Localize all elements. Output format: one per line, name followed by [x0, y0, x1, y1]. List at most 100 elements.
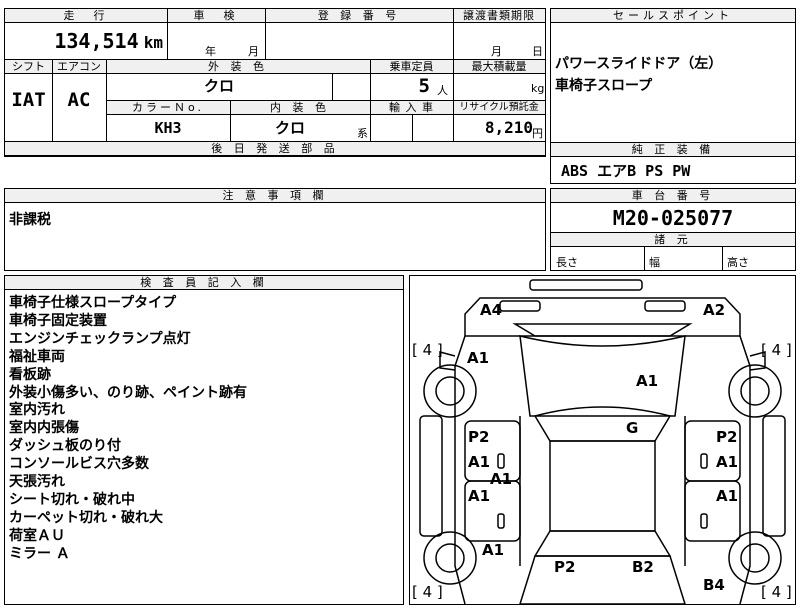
notes-value: 非課税 [9, 212, 51, 228]
sales-point-header: セールスポイント [551, 9, 795, 23]
divider [167, 9, 168, 59]
divider [370, 59, 371, 141]
capacity-value: 5 [418, 75, 430, 97]
inspector-line: 車椅子固定装置 [9, 312, 107, 329]
divider [453, 9, 454, 141]
equipment-box: 純 正 装 備 ABS エアB PS PW [550, 142, 796, 184]
registration-header: 登 録 番 号 [265, 9, 453, 23]
transfer-month: 月 [491, 45, 502, 58]
inspection-year: 年 [205, 45, 216, 58]
mileage-header: 走 行 [5, 9, 167, 23]
equipment-header: 純 正 装 備 [551, 143, 795, 157]
damage-mark: B4 [703, 576, 725, 594]
damage-mark: A1 [467, 349, 490, 367]
damage-mark: A1 [482, 541, 505, 559]
inspector-line: 荷室ＡＵ [9, 527, 65, 544]
damage-mark: A1 [716, 453, 739, 471]
inspection-header: 車 検 [167, 9, 265, 23]
divider [52, 59, 53, 141]
shift-value: IAT [11, 89, 46, 111]
inspector-line: 福祉車両 [9, 348, 65, 365]
damage-mark: A4 [480, 301, 503, 319]
inspector-line: コンソールビス穴多数 [9, 456, 149, 473]
divider [230, 100, 231, 141]
inspector-line: シート切れ・破れ中 [9, 491, 135, 508]
inspector-box: 検 査 員 記 入 欄 車椅子仕様スロープタイプ 車椅子固定装置 エンジンチェッ… [4, 275, 404, 605]
interior-header: 内 装 色 [230, 100, 370, 115]
transfer-day: 日 [532, 45, 543, 58]
damage-mark: P2 [716, 428, 738, 446]
dims-width: 幅 [649, 256, 660, 269]
damage-mark: A1 [468, 487, 491, 505]
divider [332, 73, 333, 100]
color-no-header: カラーＮo. [106, 100, 230, 115]
inspector-line: 車椅子仕様スロープタイプ [9, 295, 177, 311]
equipment-value: ABS エアB PS PW [561, 162, 691, 180]
damage-mark: P2 [468, 428, 490, 446]
inspector-line: 室内汚れ [9, 402, 65, 419]
damage-mark: G [626, 419, 639, 437]
later-parts-header: 後 日 発 送 部 品 [5, 141, 545, 156]
recycle-unit: 円 [532, 127, 543, 140]
inspector-line: 室内内張傷 [9, 420, 79, 437]
inspector-line: カーペット切れ・破れ大 [9, 509, 163, 526]
sales-point-line: 車椅子スロープ [555, 78, 653, 94]
damage-mark: A1 [716, 487, 739, 505]
tire-label-rear-right: [ 4 ] [761, 583, 792, 601]
vehicle-diagram: [ 4 ] [ 4 ] [ 4 ] [ 4 ] A4 A2 A1 A1 G P2… [409, 275, 796, 605]
mileage-number: 134,514 [54, 29, 139, 53]
damage-mark: P2 [554, 558, 576, 576]
notes-header: 注 意 事 項 欄 [5, 189, 545, 203]
divider [644, 246, 645, 270]
inspection-month: 月 [248, 45, 259, 58]
divider [265, 9, 266, 59]
tire-label-front-right: [ 4 ] [761, 341, 792, 359]
damage-mark: A1 [490, 470, 513, 488]
color-no-value: KH3 [154, 119, 182, 137]
capacity-unit: 人 [437, 84, 448, 97]
inspector-header: 検 査 員 記 入 欄 [5, 276, 403, 290]
damage-mark: A2 [703, 301, 726, 319]
recycle-header: リサイクル預託金 [453, 100, 545, 115]
divider [722, 246, 723, 270]
max-load-header: 最大積載量 [453, 59, 545, 74]
chassis-value: M20-025077 [612, 206, 734, 230]
inspector-line: 看板跡 [9, 366, 51, 383]
interior-suffix: 系 [357, 127, 368, 140]
damage-mark: B2 [632, 558, 654, 576]
import-header: 輸 入 車 [370, 100, 453, 115]
ac-header: エアコン [52, 59, 106, 74]
sales-point-box: セールスポイント パワースライドドア（左） 車椅子スロープ [550, 8, 796, 143]
damage-mark: A1 [636, 372, 659, 390]
inspector-line: 外装小傷多い、のり跡、ペイント跡有 [9, 384, 247, 401]
notes-box: 注 意 事 項 欄 非課税 [4, 188, 546, 271]
inspector-line: ミラー Ａ [9, 545, 70, 562]
dims-height: 高さ [727, 256, 749, 269]
interior-value: クロ [274, 119, 305, 137]
ac-value: AC [67, 89, 91, 111]
divider [412, 114, 413, 141]
sales-point-line: パワースライドドア（左） [555, 56, 723, 72]
inspector-line: ダッシュ板のり付 [9, 438, 121, 455]
spec-table: 走 行 車 検 登 録 番 号 譲渡書類期限 134,514 km 年 月 月 … [4, 8, 546, 157]
chassis-header: 車 台 番 号 [551, 189, 795, 203]
dims-length: 長さ [556, 256, 578, 269]
dims-header: 諸 元 [551, 232, 795, 247]
inspector-list: 車椅子仕様スロープタイプ 車椅子固定装置 エンジンチェックランプ点灯 福祉車両 … [9, 295, 247, 564]
inspector-line: エンジンチェックランプ点灯 [9, 330, 191, 347]
exterior-header: 外 装 色 [106, 59, 370, 74]
recycle-value: 8,210 [484, 118, 533, 137]
transfer-header: 譲渡書類期限 [453, 9, 545, 23]
tire-label-front-left: [ 4 ] [412, 341, 443, 359]
exterior-value: クロ [203, 77, 234, 95]
inspector-line: 天張汚れ [9, 474, 65, 491]
tire-label-rear-left: [ 4 ] [412, 583, 443, 601]
divider [106, 59, 107, 141]
shift-header: シフト [5, 59, 52, 74]
damage-mark: A1 [468, 453, 491, 471]
chassis-box: 車 台 番 号 M20-025077 諸 元 長さ 幅 高さ [550, 188, 796, 271]
mileage-value: 134,514 km [5, 23, 167, 59]
max-load-unit: kg [531, 82, 545, 95]
capacity-header: 乗車定員 [370, 59, 453, 74]
mileage-unit: km [143, 33, 163, 52]
